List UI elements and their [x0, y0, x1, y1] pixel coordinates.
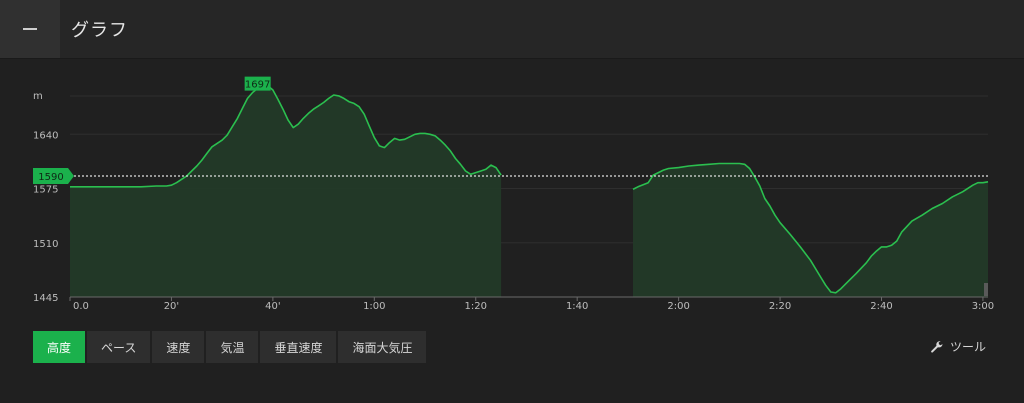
tools-button[interactable]: ツール — [930, 338, 986, 355]
wrench-icon — [931, 340, 943, 353]
max-marker-label: 1697 — [245, 80, 270, 91]
tab-sea-level-pressure[interactable]: 海面大気圧 — [338, 331, 427, 363]
series-area — [633, 163, 988, 297]
x-tick-label: 1:20 — [465, 301, 487, 312]
tab-temperature[interactable]: 気温 — [206, 331, 259, 363]
series-area — [70, 85, 502, 297]
tab-pace[interactable]: ペース — [87, 331, 151, 363]
x-tick-label: 2:20 — [769, 301, 791, 312]
tab-altitude[interactable]: 高度 — [33, 331, 86, 363]
scroll-indicator — [984, 283, 988, 296]
y-tick-label: 1510 — [33, 239, 58, 250]
y-tick-label: 1445 — [33, 293, 58, 304]
chart-svg[interactable]: m 1640 1575 1510 1445 0.0 20' 40' 1:00 1:20 1:40 2:… — [0, 58, 1024, 318]
metric-tabs: 高度 ペース 速度 気温 垂直速度 海面大気圧 — [33, 331, 427, 363]
y-axis-unit: m — [33, 91, 43, 102]
header-bar: グラフ — [0, 0, 1024, 59]
y-tick-label: 1640 — [33, 130, 58, 141]
x-tick-label: 1:40 — [566, 301, 588, 312]
x-tick-label: 2:00 — [667, 301, 689, 312]
x-tick-label: 40' — [265, 301, 280, 312]
collapse-button[interactable] — [0, 0, 60, 58]
tools-label: ツール — [949, 340, 986, 354]
page-title: グラフ — [71, 20, 128, 41]
y-tick-label: 1575 — [33, 185, 58, 196]
elevation-chart[interactable]: m 1640 1575 1510 1445 0.0 20' 40' 1:00 1:20 1:40 2:… — [0, 58, 1024, 318]
tab-vertical-speed[interactable]: 垂直速度 — [260, 331, 337, 363]
x-tick-label: 20' — [164, 301, 179, 312]
x-tick-label: 2:40 — [870, 301, 892, 312]
x-tick-label: 0.0 — [73, 301, 89, 312]
tab-speed[interactable]: 速度 — [152, 331, 205, 363]
x-tick-label: 3:00 — [972, 301, 994, 312]
minus-icon — [23, 28, 37, 30]
reference-label: 1590 — [38, 172, 63, 183]
x-tick-label: 1:00 — [363, 301, 385, 312]
